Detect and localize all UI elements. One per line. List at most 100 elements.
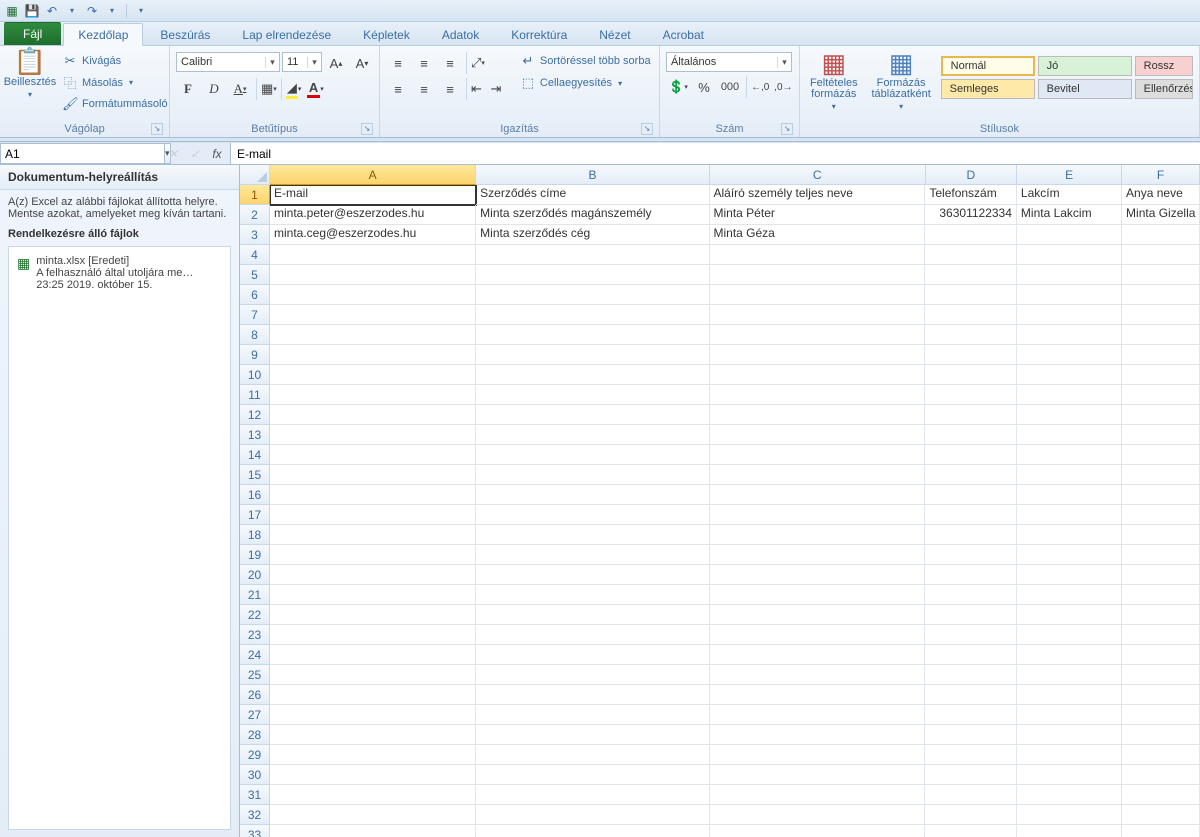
cell-B27[interactable] [476, 705, 709, 725]
cell-D9[interactable] [925, 345, 1017, 365]
cell-C16[interactable] [710, 485, 926, 505]
cell-A5[interactable] [270, 265, 476, 285]
cell-E32[interactable] [1017, 805, 1122, 825]
row-header-30[interactable]: 30 [240, 765, 270, 785]
cell-D5[interactable] [925, 265, 1017, 285]
number-format-dropdown[interactable]: Általános▾ [666, 52, 792, 72]
cell-D12[interactable] [925, 405, 1017, 425]
row-header-33[interactable]: 33 [240, 825, 270, 837]
row-header-20[interactable]: 20 [240, 565, 270, 585]
cell-F14[interactable] [1122, 445, 1200, 465]
cell-F13[interactable] [1122, 425, 1200, 445]
decrease-decimal-button[interactable]: ,0→ [771, 76, 795, 98]
cell-A33[interactable] [270, 825, 476, 837]
cell-F32[interactable] [1122, 805, 1200, 825]
cell-F16[interactable] [1122, 485, 1200, 505]
cell-D11[interactable] [925, 385, 1017, 405]
enter-formula-icon[interactable]: ✓ [186, 147, 204, 161]
cell-E15[interactable] [1017, 465, 1122, 485]
cell-E19[interactable] [1017, 545, 1122, 565]
cell-C23[interactable] [710, 625, 926, 645]
row-header-23[interactable]: 23 [240, 625, 270, 645]
cell-D26[interactable] [925, 685, 1017, 705]
cell-C33[interactable] [710, 825, 926, 837]
row-header-31[interactable]: 31 [240, 785, 270, 805]
cell-E7[interactable] [1017, 305, 1122, 325]
cell-C19[interactable] [710, 545, 926, 565]
align-top-button[interactable]: ≡ [386, 52, 410, 74]
row-header-14[interactable]: 14 [240, 445, 270, 465]
row-header-8[interactable]: 8 [240, 325, 270, 345]
cell-A30[interactable] [270, 765, 476, 785]
cell-D10[interactable] [925, 365, 1017, 385]
column-header-F[interactable]: F [1122, 165, 1200, 185]
recovery-item[interactable]: ▦ minta.xlsx [Eredeti] A felhasználó ált… [15, 253, 224, 293]
row-header-32[interactable]: 32 [240, 805, 270, 825]
merge-cells-button[interactable]: ⬚Cellaegyesítés▾ [518, 74, 653, 92]
row-header-7[interactable]: 7 [240, 305, 270, 325]
increase-decimal-button[interactable]: ←,0 [746, 76, 769, 98]
cell-C28[interactable] [710, 725, 926, 745]
font-name-dropdown[interactable]: Calibri▾ [176, 52, 280, 72]
cell-E28[interactable] [1017, 725, 1122, 745]
redo-icon[interactable]: ↷ [84, 3, 100, 19]
align-center-button[interactable]: ≡ [412, 78, 436, 100]
cell-D23[interactable] [925, 625, 1017, 645]
row-header-19[interactable]: 19 [240, 545, 270, 565]
cell-F4[interactable] [1122, 245, 1200, 265]
cell-B16[interactable] [476, 485, 709, 505]
copy-button[interactable]: ⿻Másolás▾ [60, 72, 170, 93]
cell-A10[interactable] [270, 365, 476, 385]
cell-A14[interactable] [270, 445, 476, 465]
cell-E6[interactable] [1017, 285, 1122, 305]
cell-B6[interactable] [476, 285, 709, 305]
cell-A11[interactable] [270, 385, 476, 405]
cell-C9[interactable] [710, 345, 926, 365]
row-header-10[interactable]: 10 [240, 365, 270, 385]
cell-F2[interactable]: Minta Gizella [1122, 205, 1200, 225]
undo-icon[interactable]: ↶ [44, 3, 60, 19]
cell-F22[interactable] [1122, 605, 1200, 625]
tab-acrobat[interactable]: Acrobat [648, 23, 719, 45]
name-box-input[interactable] [0, 143, 165, 164]
accounting-format-button[interactable]: 💲▾ [666, 76, 690, 98]
cell-D1[interactable]: Telefonszám [925, 185, 1017, 205]
cell-A8[interactable] [270, 325, 476, 345]
cell-style-normal[interactable]: Normál [941, 56, 1035, 76]
cell-E17[interactable] [1017, 505, 1122, 525]
cell-F31[interactable] [1122, 785, 1200, 805]
cell-A26[interactable] [270, 685, 476, 705]
orientation-button[interactable]: ⤢▾ [466, 52, 485, 74]
dialog-launcher-icon[interactable]: ↘ [641, 123, 653, 135]
cell-A2[interactable]: minta.peter@eszerzodes.hu [270, 205, 476, 225]
cell-E10[interactable] [1017, 365, 1122, 385]
cell-B13[interactable] [476, 425, 709, 445]
cell-D17[interactable] [925, 505, 1017, 525]
cell-B15[interactable] [476, 465, 709, 485]
cell-C17[interactable] [710, 505, 926, 525]
cell-B29[interactable] [476, 745, 709, 765]
cell-A6[interactable] [270, 285, 476, 305]
cell-A13[interactable] [270, 425, 476, 445]
cell-D8[interactable] [925, 325, 1017, 345]
cell-B3[interactable]: Minta szerződés cég [476, 225, 709, 245]
cell-E30[interactable] [1017, 765, 1122, 785]
cell-A15[interactable] [270, 465, 476, 485]
cell-D16[interactable] [925, 485, 1017, 505]
cell-C21[interactable] [710, 585, 926, 605]
row-header-28[interactable]: 28 [240, 725, 270, 745]
cell-C2[interactable]: Minta Péter [710, 205, 926, 225]
cell-D4[interactable] [925, 245, 1017, 265]
row-header-22[interactable]: 22 [240, 605, 270, 625]
cell-F8[interactable] [1122, 325, 1200, 345]
cell-A32[interactable] [270, 805, 476, 825]
cell-E12[interactable] [1017, 405, 1122, 425]
cell-D7[interactable] [925, 305, 1017, 325]
fill-color-button[interactable]: ◢▾ [281, 78, 302, 100]
cell-F33[interactable] [1122, 825, 1200, 837]
cell-A19[interactable] [270, 545, 476, 565]
cell-E29[interactable] [1017, 745, 1122, 765]
cell-A1[interactable]: E-mail [270, 185, 476, 205]
cell-F5[interactable] [1122, 265, 1200, 285]
underline-button[interactable]: A▾ [228, 78, 252, 100]
